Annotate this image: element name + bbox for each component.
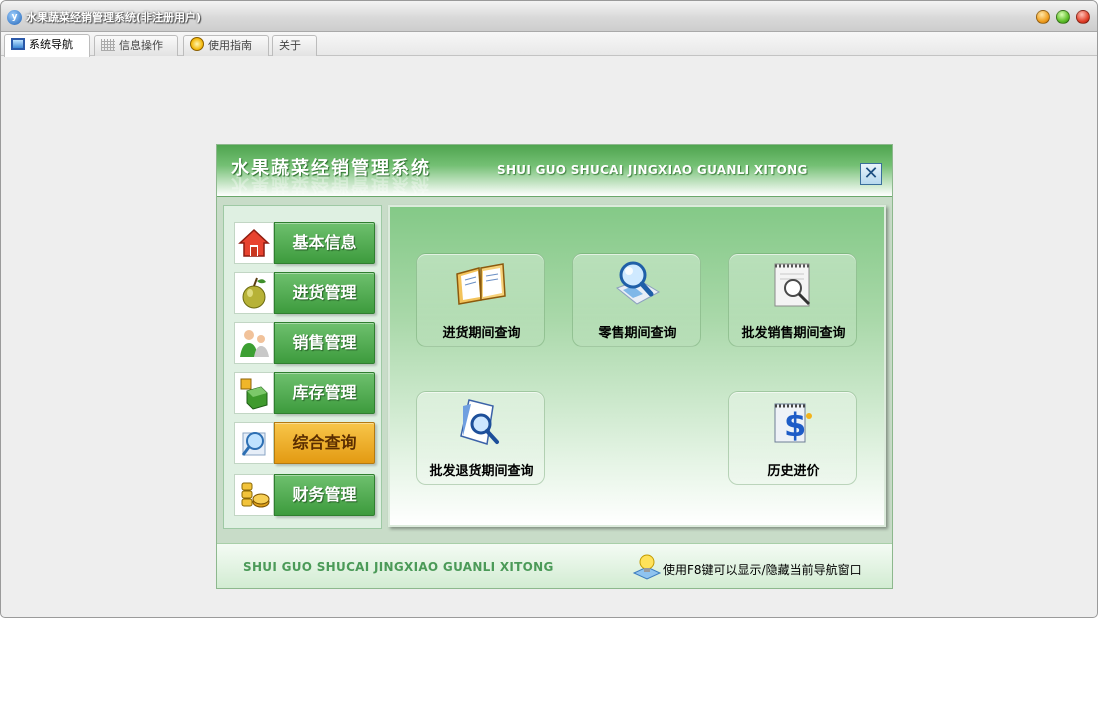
app-logo-icon: y	[7, 10, 22, 25]
menu-label: 基本信息	[274, 222, 375, 264]
title-bar: y 水果蔬菜经销管理系统(非注册用户)	[1, 1, 1097, 32]
dialog-subtitle: SHUI GUO SHUCAI JINGXIAO GUANLI XITONG	[497, 163, 808, 177]
feature-purchase-period-query[interactable]: 进货期间查询	[416, 253, 545, 347]
tab-system-navigation[interactable]: 系统导航	[4, 34, 90, 57]
search-map-icon	[615, 261, 661, 305]
open-book-icon	[456, 263, 506, 305]
menu-label: 库存管理	[274, 372, 375, 414]
feature-retail-period-query[interactable]: 零售期间查询	[572, 253, 701, 347]
footer-hint: 使用F8键可以显示/隐藏当前导航窗口	[663, 563, 862, 577]
boxes-icon	[234, 372, 274, 414]
menu-item-query[interactable]: 综合查询	[234, 422, 375, 464]
dollar-document-icon: $	[774, 403, 812, 444]
side-menu: 基本信息 进货管理 销售管理 库存管理 综合查询 财务管理	[223, 205, 382, 529]
magnifier-icon	[234, 422, 274, 464]
feature-wholesale-return-period-query[interactable]: 批发退货期间查询	[416, 391, 545, 485]
navigation-dialog: 水果蔬菜经销管理系统 水果蔬菜经销管理系统 SHUI GUO SHUCAI JI…	[216, 144, 893, 589]
feature-label: 批发退货期间查询	[429, 464, 534, 479]
menu-item-sales[interactable]: 销售管理	[234, 322, 375, 364]
menu-item-basic-info[interactable]: 基本信息	[234, 222, 375, 264]
svg-text:$: $	[784, 406, 806, 444]
menu-item-inventory[interactable]: 库存管理	[234, 372, 375, 414]
tab-about[interactable]: 关于	[272, 35, 317, 56]
app-window: y 水果蔬菜经销管理系统(非注册用户) 系统导航 信息操作 使用指南 关于 水果…	[0, 0, 1098, 618]
tab-info-operations[interactable]: 信息操作	[94, 35, 178, 56]
dialog-header: 水果蔬菜经销管理系统 水果蔬菜经销管理系统 SHUI GUO SHUCAI JI…	[217, 145, 892, 197]
dialog-footer: SHUI GUO SHUCAI JINGXIAO GUANLI XITONG 使…	[217, 543, 892, 588]
tab-user-guide[interactable]: 使用指南	[183, 35, 269, 56]
menu-item-finance[interactable]: 财务管理	[234, 474, 375, 516]
maximize-button[interactable]	[1056, 10, 1070, 24]
menu-label: 进货管理	[274, 272, 375, 314]
feature-panel: 进货期间查询 零售期间查询 批发销售期间查询 批发退货期间查询 $ 历史进价	[388, 205, 886, 527]
menu-label: 销售管理	[274, 322, 375, 364]
minimize-button[interactable]	[1036, 10, 1050, 24]
tab-label: 使用指南	[208, 39, 252, 52]
footer-system-name: SHUI GUO SHUCAI JINGXIAO GUANLI XITONG	[243, 560, 554, 574]
window-title: 水果蔬菜经销管理系统(非注册用户)	[26, 11, 202, 24]
apple-icon	[234, 272, 274, 314]
feature-label: 零售期间查询	[598, 326, 677, 341]
feature-historical-purchase-price[interactable]: $ 历史进价	[728, 391, 857, 485]
document-search-icon	[460, 399, 499, 445]
menu-item-purchase[interactable]: 进货管理	[234, 272, 375, 314]
tab-bar: 系统导航 信息操作 使用指南 关于	[1, 32, 1097, 57]
monitor-icon	[11, 38, 25, 50]
close-icon: ✕	[863, 163, 879, 184]
tab-label: 系统导航	[29, 38, 73, 51]
feature-wholesale-sales-period-query[interactable]: 批发销售期间查询	[728, 253, 857, 347]
lightbulb-icon	[632, 554, 662, 580]
help-icon	[190, 37, 204, 51]
tab-label: 信息操作	[119, 39, 163, 52]
coins-icon	[234, 474, 274, 516]
grid-icon	[101, 39, 115, 51]
feature-label: 批发销售期间查询	[741, 326, 846, 341]
notepad-search-icon	[774, 263, 811, 307]
feature-label: 历史进价	[767, 464, 820, 479]
tab-label: 关于	[279, 39, 301, 52]
dialog-close-button[interactable]: ✕	[860, 163, 882, 185]
dialog-title-reflection: 水果蔬菜经销管理系统	[231, 173, 431, 194]
menu-label: 财务管理	[274, 474, 375, 516]
close-button[interactable]	[1076, 10, 1090, 24]
menu-label: 综合查询	[274, 422, 375, 464]
people-icon	[234, 322, 274, 364]
house-icon	[234, 222, 274, 264]
feature-label: 进货期间查询	[442, 326, 521, 341]
